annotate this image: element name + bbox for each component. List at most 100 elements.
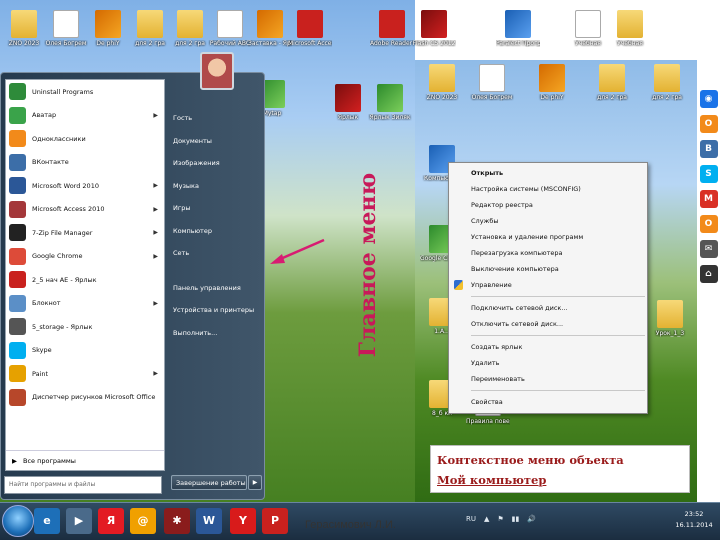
desktop-icon[interactable]: для 2 гра — [128, 10, 172, 47]
tray-icon[interactable]: ▲ — [484, 515, 489, 523]
odnoklassniki-2-icon[interactable]: О — [699, 215, 718, 233]
flash-icon — [421, 10, 447, 38]
start-menu-program-item[interactable]: 7-Zip File Manager ▶ — [6, 221, 164, 245]
context-menu-item[interactable]: Переименовать — [449, 371, 647, 387]
pdf-icon[interactable]: P — [262, 508, 288, 534]
urok-desktop-icon[interactable]: Урок_1_3 — [648, 300, 692, 337]
context-menu-item[interactable]: Выключение компьютера — [449, 261, 647, 277]
program-label: 5_storage - Ярлык — [32, 322, 93, 331]
context-menu-item[interactable]: Установка и удаление программ — [449, 229, 647, 245]
context-menu-item[interactable]: Свойства — [449, 394, 647, 410]
triangle-right-icon: ▶ — [153, 370, 158, 378]
desktop-icon[interactable]: Олея Богрем — [44, 10, 88, 47]
desktop-icon[interactable]: Учебная — [608, 10, 652, 47]
desktop-icon[interactable]: Рабочий ABC — [208, 10, 252, 47]
desktop-icon[interactable]: De phiY — [530, 64, 574, 101]
start-menu-program-item[interactable]: ВКонтакте — [6, 151, 164, 175]
yandex-browser-icon[interactable]: Y — [230, 508, 256, 534]
start-menu-program-item[interactable]: Google Chrome ▶ — [6, 245, 164, 269]
desktop-icon-label: Олея Богрем — [471, 94, 513, 101]
desktop-icon[interactable]: Flash CS 2012 — [412, 10, 456, 47]
start-menu-program-item[interactable]: Блокнот ▶ — [6, 292, 164, 316]
skype-icon[interactable]: S — [699, 165, 718, 183]
start-menu-link[interactable]: Документы — [169, 130, 263, 153]
desktop-icon[interactable]: для 2 гра — [590, 64, 634, 101]
desktop-icon[interactable]: Paralect Программы — [496, 10, 540, 47]
shutdown-options-button[interactable]: ▶ — [248, 475, 262, 490]
start-menu-program-item[interactable]: Одноклассники — [6, 127, 164, 151]
tray-icon[interactable]: ▮▮ — [512, 515, 520, 523]
yandex-icon[interactable]: Я — [98, 508, 124, 534]
mail-icon[interactable]: @ — [130, 508, 156, 534]
word-icon — [575, 10, 601, 38]
triangle-right-icon: ▶ — [153, 182, 158, 190]
desktop-icon[interactable]: для 2 гра — [645, 64, 689, 101]
vk-icon[interactable]: B — [699, 140, 718, 158]
context-menu-item[interactable]: Удалить — [449, 355, 647, 371]
start-menu-program-item[interactable]: Skype — [6, 339, 164, 363]
context-menu-item[interactable]: Перезагрузка компьютера — [449, 245, 647, 261]
start-menu-program-item[interactable]: Paint ▶ — [6, 362, 164, 386]
context-menu-item[interactable]: Создать ярлык — [449, 339, 647, 355]
chrome-icon[interactable]: ◉ — [699, 90, 718, 108]
program-icon — [9, 106, 26, 124]
desktop-icon[interactable]: ZNO 2023 — [2, 10, 46, 47]
start-menu-link[interactable]: Выполнить... — [169, 322, 263, 345]
start-menu-program-item[interactable]: 5_storage - Ярлык — [6, 315, 164, 339]
context-menu-item[interactable]: Подключить сетевой диск... — [449, 300, 647, 316]
start-menu-link[interactable]: Компьютер — [169, 220, 263, 243]
desktop-icon-label: Рабочий ABC — [209, 40, 251, 47]
gmail-icon[interactable]: M — [699, 190, 718, 208]
start-menu-program-item[interactable]: Аватар ▶ — [6, 104, 164, 128]
start-menu-link[interactable]: Устройства и принтеры — [169, 299, 263, 322]
desktop-icon[interactable]: Олея Богрем — [470, 64, 514, 101]
search-input[interactable]: Найти программы и файлы — [4, 476, 162, 494]
all-programs-button[interactable]: ▶ Все программы — [6, 450, 164, 470]
program-icon — [9, 177, 26, 195]
start-menu-link[interactable]: Панель управления — [169, 277, 263, 300]
desktop-icon[interactable]: для 2 гра — [168, 10, 212, 47]
shutdown-button[interactable]: Завершение работы — [171, 475, 247, 490]
context-menu-item[interactable]: Настройка системы (MSCONFIG) — [449, 181, 647, 197]
context-menu-item[interactable]: Управление — [449, 277, 647, 293]
user-avatar[interactable] — [200, 52, 234, 90]
word-icon[interactable]: W — [196, 508, 222, 534]
context-menu-item[interactable]: Отключить сетевой диск... — [449, 316, 647, 332]
start-menu-link[interactable]: Игры — [169, 197, 263, 220]
start-menu-link[interactable]: Гость — [169, 107, 263, 130]
desktop-icon[interactable]: Заставка - Ярмарка — [248, 10, 292, 47]
start-menu-link[interactable]: Сеть — [169, 242, 263, 265]
antivirus-icon[interactable]: ✱ — [164, 508, 190, 534]
desktop-icon[interactable]: De phiY — [86, 10, 130, 47]
pdf-icon — [379, 10, 405, 38]
tray-icon[interactable]: ⚑ — [497, 515, 503, 523]
context-menu-item[interactable]: Открыть — [449, 165, 647, 181]
start-menu-program-item[interactable]: Microsoft Access 2010 ▶ — [6, 198, 164, 222]
start-button[interactable] — [2, 505, 34, 537]
start-menu-program-item[interactable]: Uninstall Programs — [6, 80, 164, 104]
message-icon[interactable]: ✉ — [699, 240, 718, 258]
home-icon[interactable]: ⌂ — [699, 265, 718, 283]
context-menu-item[interactable]: Службы — [449, 213, 647, 229]
scratch-icon — [257, 10, 283, 38]
tray-icon[interactable]: 🔊 — [527, 515, 536, 523]
tray-icon[interactable]: RU — [466, 515, 476, 523]
desktop-icon[interactable]: ZNO 2023 — [420, 64, 464, 101]
odnoklassniki-icon[interactable]: О — [699, 115, 718, 133]
desktop-icon[interactable]: Microsoft Access 2010 — [288, 10, 332, 47]
desktop-icon[interactable]: Учебная — [566, 10, 610, 47]
context-menu-item[interactable]: Редактор реестра — [449, 197, 647, 213]
program-icon — [9, 247, 26, 265]
media-icon[interactable]: ▶ — [66, 508, 92, 534]
start-menu-program-item[interactable]: Microsoft Word 2010 ▶ — [6, 174, 164, 198]
clock[interactable]: 23:52 16.11.2014 — [672, 509, 716, 531]
desktop-icon[interactable]: Adobe Reader XI — [370, 10, 414, 47]
start-menu-link[interactable]: Изображения — [169, 152, 263, 175]
browser-icon[interactable]: e — [34, 508, 60, 534]
start-menu-program-item[interactable]: Диспетчер рисунков Microsoft Office — [6, 386, 164, 410]
context-menu-caption: Контекстное меню объекта Мой компьютер — [430, 445, 690, 493]
start-menu-program-item[interactable]: 2_5 нач АЕ - Ярлык — [6, 268, 164, 292]
program-icon — [9, 388, 26, 406]
program-label: Google Chrome — [32, 252, 83, 261]
start-menu-link[interactable]: Музыка — [169, 175, 263, 198]
